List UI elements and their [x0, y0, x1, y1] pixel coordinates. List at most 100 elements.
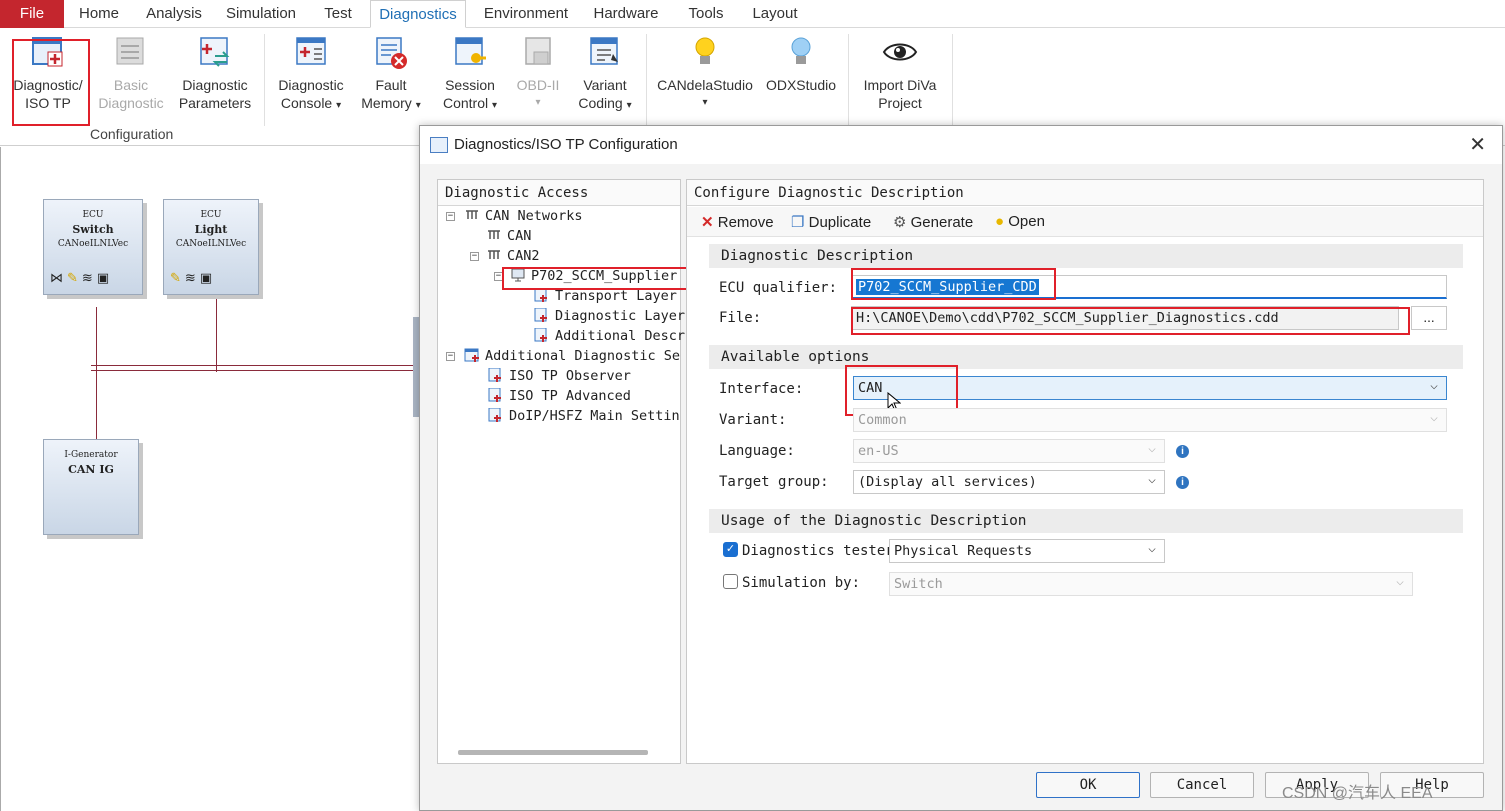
basic-diagnostic-button[interactable]: Basic Diagnostic: [94, 34, 168, 112]
i-generator-node[interactable]: I-Generator CAN IG: [43, 439, 139, 535]
ribbon-separator: [646, 34, 647, 126]
tree-node-diagnostic-layer[interactable]: Diagnostic Layer: [534, 306, 685, 326]
info-icon[interactable]: i: [1176, 445, 1189, 458]
tab-file[interactable]: File: [0, 0, 64, 28]
session-control-button[interactable]: Session Control ▾: [434, 34, 506, 115]
ecu-switch-node[interactable]: ECU Switch CANoeILNLVec ⋈✎≋▣: [43, 199, 143, 295]
ok-button[interactable]: OK: [1036, 772, 1140, 798]
dropdown-arrow-icon: ▾: [626, 100, 632, 111]
remove-button[interactable]: ✕ Remove: [701, 213, 774, 231]
simulation-by-checkbox[interactable]: [723, 574, 738, 589]
simulation-by-label: Simulation by:: [742, 575, 861, 591]
diagnostics-tester-select[interactable]: Physical Requests: [889, 538, 1165, 563]
target-group-label: Target group:: [719, 474, 829, 490]
remove-x-icon: ✕: [701, 214, 714, 231]
ecu-switch-icons: ⋈✎≋▣: [50, 271, 113, 286]
variant-coding-button[interactable]: Variant Coding ▾: [570, 34, 640, 115]
section-diagnostic-description: Diagnostic Description: [709, 244, 1463, 268]
tree-node-additional-diagnostic-settings[interactable]: Additional Diagnostic Se: [464, 346, 680, 366]
stack-icon: ≋: [184, 271, 200, 286]
language-select[interactable]: en-US: [853, 438, 1165, 463]
collapse-toggle-icon[interactable]: −: [446, 352, 455, 361]
tree-node-label: DoIP/HSFZ Main Settin: [509, 408, 680, 424]
collapse-toggle-icon[interactable]: −: [470, 252, 479, 261]
tab-analysis[interactable]: Analysis: [138, 0, 210, 28]
ecu-name-label: Switch: [72, 223, 114, 236]
obd-ii-button[interactable]: OBD-II ▾: [510, 34, 566, 112]
target-group-select[interactable]: (Display all services): [853, 469, 1165, 494]
dropdown-arrow-icon: ▾: [492, 100, 498, 111]
tab-layout[interactable]: Layout: [744, 0, 806, 28]
tree-node-iso-tp-advanced[interactable]: ISO TP Advanced: [488, 386, 631, 406]
session-control-label-1: Session: [445, 77, 495, 93]
ecu-light-node[interactable]: ECU Light CANoeILNLVec ✎≋▣: [163, 199, 259, 295]
simulation-by-select[interactable]: Switch: [889, 571, 1413, 596]
tab-tools[interactable]: Tools: [676, 0, 736, 28]
tree-node-iso-tp-observer[interactable]: ISO TP Observer: [488, 366, 631, 386]
browse-button[interactable]: ...: [1411, 306, 1447, 330]
horizontal-scrollbar[interactable]: [458, 750, 648, 755]
variant-label: Variant:: [719, 412, 787, 428]
cancel-button[interactable]: Cancel: [1150, 772, 1254, 798]
variant-select[interactable]: Common: [853, 407, 1447, 432]
config-page-icon: [534, 307, 550, 322]
tree-node-additional-descriptions[interactable]: Additional Descr: [534, 326, 685, 346]
monitor-icon: ▣: [96, 271, 114, 286]
tree-node-label: Diagnostic Layer: [555, 308, 686, 324]
ecu-type-label: ECU: [200, 210, 222, 220]
generate-label: Generate: [910, 214, 974, 231]
tree-node-label: ISO TP Advanced: [509, 388, 631, 404]
lightbulb-icon: ●: [995, 213, 1005, 230]
fault-memory-button[interactable]: Fault Memory ▾: [356, 34, 426, 115]
collapse-toggle-icon[interactable]: −: [446, 212, 455, 221]
import-diva-label-1: Import DiVa: [863, 77, 937, 93]
import-diva-button[interactable]: Import DiVa Project: [856, 34, 944, 112]
duplicate-label: Duplicate: [808, 214, 872, 231]
fault-memory-icon: [373, 34, 409, 70]
diagnostic-parameters-button[interactable]: Diagnostic Parameters: [174, 34, 256, 112]
info-icon[interactable]: i: [1176, 476, 1189, 489]
network-icon: [464, 208, 480, 222]
tab-environment[interactable]: Environment: [476, 0, 576, 28]
variant-coding-label-2: Coding ▾: [570, 94, 640, 115]
gears-icon: ⚙: [893, 214, 907, 231]
tab-home[interactable]: Home: [70, 0, 128, 28]
diagnostics-iso-tp-dialog: Diagnostics/ISO TP Configuration ✕ Diagn…: [419, 125, 1503, 811]
diagnostic-console-label-text: Console: [280, 95, 333, 111]
bus-connector: [216, 297, 217, 372]
tab-diagnostics[interactable]: Diagnostics: [370, 0, 466, 28]
can-bus-line: [91, 370, 421, 371]
language-label: Language:: [719, 443, 795, 459]
tree-node-can-networks[interactable]: CAN Networks: [464, 206, 583, 226]
fault-memory-label-1: Fault: [375, 77, 407, 93]
simulation-setup-canvas[interactable]: ECU Switch CANoeILNLVec ⋈✎≋▣ ECU Light C…: [0, 147, 421, 811]
diagnostic-console-label-1: Diagnostic: [278, 77, 344, 93]
close-icon[interactable]: ✕: [1469, 132, 1486, 157]
tree-node-label: ISO TP Observer: [509, 368, 631, 384]
tree-node-label: Additional Descr: [555, 328, 686, 344]
diagnostics-tester-checkbox[interactable]: ✓: [723, 542, 738, 557]
description-toolbar: ✕ Remove ❐ Duplicate ⚙ Generate ● Open: [687, 207, 1483, 237]
tab-simulation[interactable]: Simulation: [220, 0, 302, 28]
config-page-icon: [488, 387, 504, 402]
tree-node-doip-hsfz[interactable]: DoIP/HSFZ Main Settin: [488, 406, 680, 426]
highlight-box: [851, 307, 1410, 335]
odxstudio-button[interactable]: ODXStudio: [762, 34, 840, 94]
tree-node-can[interactable]: CAN: [486, 226, 531, 246]
tab-hardware[interactable]: Hardware: [586, 0, 666, 28]
tab-test[interactable]: Test: [312, 0, 364, 28]
tree-node-can2[interactable]: CAN2: [486, 246, 540, 266]
tree-node-label: CAN: [507, 228, 532, 244]
dialog-title-bar: Diagnostics/ISO TP Configuration ✕: [420, 126, 1502, 164]
ecu-model-label: CANoeILNLVec: [175, 239, 247, 249]
fault-memory-label-2: Memory ▾: [356, 94, 426, 115]
pencil-icon: ✎: [170, 271, 185, 286]
interface-label: Interface:: [719, 381, 804, 397]
candelastudio-button[interactable]: CANdelaStudio ▾: [654, 34, 756, 112]
diagnostic-console-button[interactable]: Diagnostic Console ▾: [272, 34, 350, 115]
open-button[interactable]: ● Open: [995, 213, 1045, 230]
dropdown-arrow-icon: ▾: [535, 97, 541, 108]
generate-button[interactable]: ⚙ Generate: [893, 213, 973, 231]
variant-coding-label-text: Coding: [578, 95, 623, 111]
duplicate-button[interactable]: ❐ Duplicate: [791, 213, 871, 231]
